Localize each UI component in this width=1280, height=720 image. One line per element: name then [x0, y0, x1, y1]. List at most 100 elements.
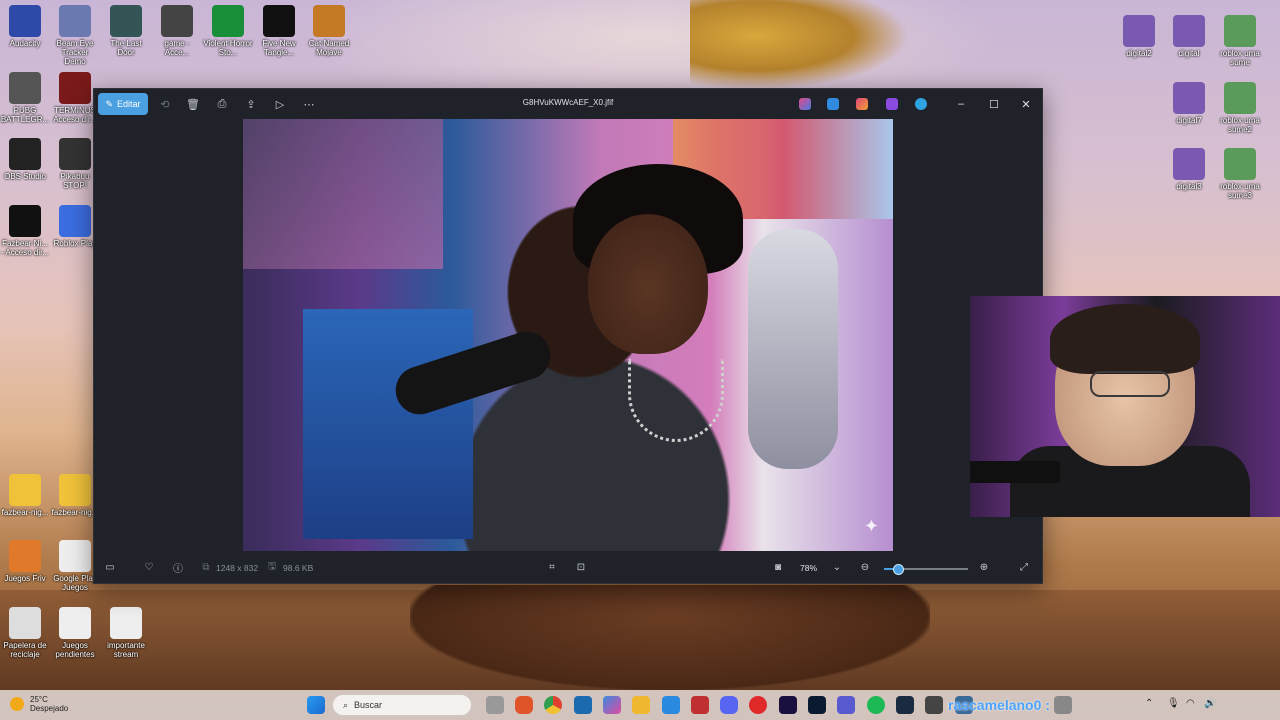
zoom-slider-thumb[interactable]	[892, 564, 904, 575]
file-explorer-icon[interactable]	[632, 696, 650, 714]
desktop-icon[interactable]: roblox uma sume	[1215, 15, 1265, 67]
video-editor-icon[interactable]	[886, 98, 898, 110]
desktop-shortcut-icon	[59, 72, 91, 104]
fit-to-window-icon[interactable]: ◙	[770, 559, 786, 575]
onedrive-icon[interactable]	[915, 98, 927, 110]
desktop-icon[interactable]: Juegos pendientes	[50, 607, 100, 659]
discord-icon[interactable]	[720, 696, 738, 714]
designer-icon[interactable]	[827, 98, 839, 110]
desktop-icon[interactable]: Cat Named Mojave	[304, 5, 354, 57]
desktop-icon-label: roblox uma sume	[1220, 49, 1260, 67]
clipchamp-icon[interactable]	[799, 98, 811, 110]
photo-blue-shelf	[303, 309, 473, 539]
photoshop-icon[interactable]	[808, 696, 826, 714]
desktop-icon[interactable]: Five New Tangle...	[254, 5, 304, 57]
maximize-button[interactable]: ☐	[985, 95, 1003, 113]
wifi-icon[interactable]: ◠	[1186, 698, 1195, 709]
desktop-icon-label: digital	[1178, 49, 1200, 58]
photos-window: ✎ Editar ⟲ 🗑 ⎙ ⇪ ▷ ⋯ G8HVuKWWcAEF_X0.jfi…	[93, 88, 1043, 584]
desktop-icon-label: roblox uma sume3	[1220, 182, 1260, 200]
desktop-icon[interactable]: PUBG BATTLEGR...	[0, 72, 50, 124]
visual-search-icon[interactable]: ⊡	[573, 559, 589, 575]
zoom-slider[interactable]	[884, 564, 968, 575]
taskbar-search[interactable]: ⌕ Buscar	[332, 694, 472, 716]
spotify-icon[interactable]	[867, 696, 885, 714]
minimize-button[interactable]: –	[952, 95, 970, 113]
tray-chevron-icon[interactable]: ⌃	[1145, 698, 1153, 709]
streamer-glasses	[1090, 371, 1170, 397]
close-button[interactable]: ✕	[1017, 95, 1035, 113]
desktop-icon[interactable]: roblox uma sume3	[1215, 148, 1265, 200]
microphone-icon[interactable]: 🎙	[1167, 698, 1180, 709]
desktop-icon[interactable]: OBS Studio	[0, 138, 50, 181]
steam-icon[interactable]	[896, 696, 914, 714]
desktop-icon[interactable]: digital3	[1164, 148, 1214, 191]
desktop-icon[interactable]: roblox uma sume2	[1215, 82, 1265, 134]
desktop-shortcut-icon	[212, 5, 244, 37]
desktop-icon[interactable]: digital	[1164, 15, 1214, 58]
desktop-icon[interactable]: importante stream	[101, 607, 151, 659]
desktop-icon-label: game - Acce...	[164, 39, 190, 57]
desktop-icon-label: digital2	[1126, 49, 1152, 58]
copilot-icon[interactable]	[603, 696, 621, 714]
desktop-shortcut-icon	[9, 474, 41, 506]
desktop-icon[interactable]: Juegos Friv	[0, 540, 50, 583]
desktop-icon-label: Violent Horror Sto...	[203, 39, 253, 57]
app-icon-4[interactable]	[1054, 696, 1072, 714]
desktop-icon[interactable]: Papelera de reciclaje	[0, 607, 50, 659]
desktop-shortcut-icon	[1224, 148, 1256, 180]
desktop-icon[interactable]: fazbear-nig...	[0, 474, 50, 517]
info-icon[interactable]: ⓘ	[170, 559, 186, 575]
store-icon[interactable]	[662, 696, 680, 714]
webcam-overlay	[970, 296, 1280, 517]
taskbar: 25°C Despejado ⌕ Buscar ⌃ 🎙 ◠ 🔊	[0, 690, 1280, 720]
desktop-icon-label: Cat Named Mojave	[308, 39, 350, 57]
favorite-heart-icon[interactable]: ♡	[141, 559, 157, 575]
fullscreen-icon[interactable]: ⤢	[1016, 559, 1032, 575]
desktop-icon-label: OBS Studio	[4, 172, 46, 181]
desktop-icon-label: PUBG BATTLEGR...	[0, 106, 50, 124]
desktop-icon-label: Audacity	[9, 39, 41, 48]
app-icon-2[interactable]	[925, 696, 943, 714]
vegas-icon[interactable]	[574, 696, 592, 714]
opera-icon[interactable]	[749, 696, 767, 714]
desktop-shortcut-icon	[313, 5, 345, 37]
zoom-out-icon[interactable]: ⊖	[857, 559, 873, 575]
crop-icon[interactable]: ⌗	[544, 559, 560, 575]
zoom-dropdown-chevron-icon[interactable]: ⌄	[829, 559, 845, 575]
desktop-icon[interactable]: Audacity	[0, 5, 50, 48]
desktop-icon[interactable]: game - Acce...	[152, 5, 202, 57]
sparkle-icon: ✦	[863, 516, 879, 536]
desktop-icon-label: Beam Eye Tracker Demo	[56, 39, 94, 66]
paint-icon[interactable]	[856, 98, 868, 110]
task-view-icon[interactable]	[486, 696, 504, 714]
photos-titlebar: ✎ Editar ⟲ 🗑 ⎙ ⇪ ▷ ⋯ G8HVuKWWcAEF_X0.jfi…	[94, 89, 1042, 119]
premiere-icon[interactable]	[779, 696, 797, 714]
app-icon[interactable]	[691, 696, 709, 714]
chrome-icon[interactable]	[544, 696, 562, 714]
file-size: 98.6 KB	[283, 563, 314, 573]
streamer-hair	[1050, 304, 1200, 374]
photos-bottombar: ▭ ♡ ⓘ ⧉ 1248 x 832 🖫 98.6 KB ⌗ ⊡ ◙ 78% ⌄…	[94, 555, 1042, 581]
zoom-level[interactable]: 78%	[800, 563, 817, 573]
desktop-icon[interactable]: The Last Door	[101, 5, 151, 57]
photo-skateboard-wall	[243, 119, 443, 269]
desktop-shortcut-icon	[59, 540, 91, 572]
desktop-icon[interactable]: Fazbear Ni... - Acceso dir...	[0, 205, 50, 257]
weather-widget[interactable]: 25°C Despejado	[10, 695, 68, 713]
desktop-icon-label: Juegos pendientes	[55, 641, 95, 659]
displayed-photo[interactable]: ✦	[243, 119, 893, 551]
desktop-icon-label: roblox uma sume2	[1220, 116, 1260, 134]
filmstrip-icon[interactable]: ▭	[102, 559, 118, 575]
zoom-in-icon[interactable]: ⊕	[976, 559, 992, 575]
weather-condition: Despejado	[30, 704, 69, 713]
desktop-icon[interactable]: Beam Eye Tracker Demo	[50, 5, 100, 66]
desktop-icon[interactable]: digital2	[1114, 15, 1164, 58]
desktop-icon[interactable]: digital7	[1164, 82, 1214, 125]
desktop-icon[interactable]: Violent Horror Sto...	[203, 5, 253, 57]
teams-icon[interactable]	[837, 696, 855, 714]
start-windows-icon[interactable]	[307, 696, 325, 714]
brave-browser-icon[interactable]	[515, 696, 533, 714]
temperature: 25°C	[30, 695, 48, 704]
volume-icon[interactable]: 🔊	[1204, 698, 1216, 709]
